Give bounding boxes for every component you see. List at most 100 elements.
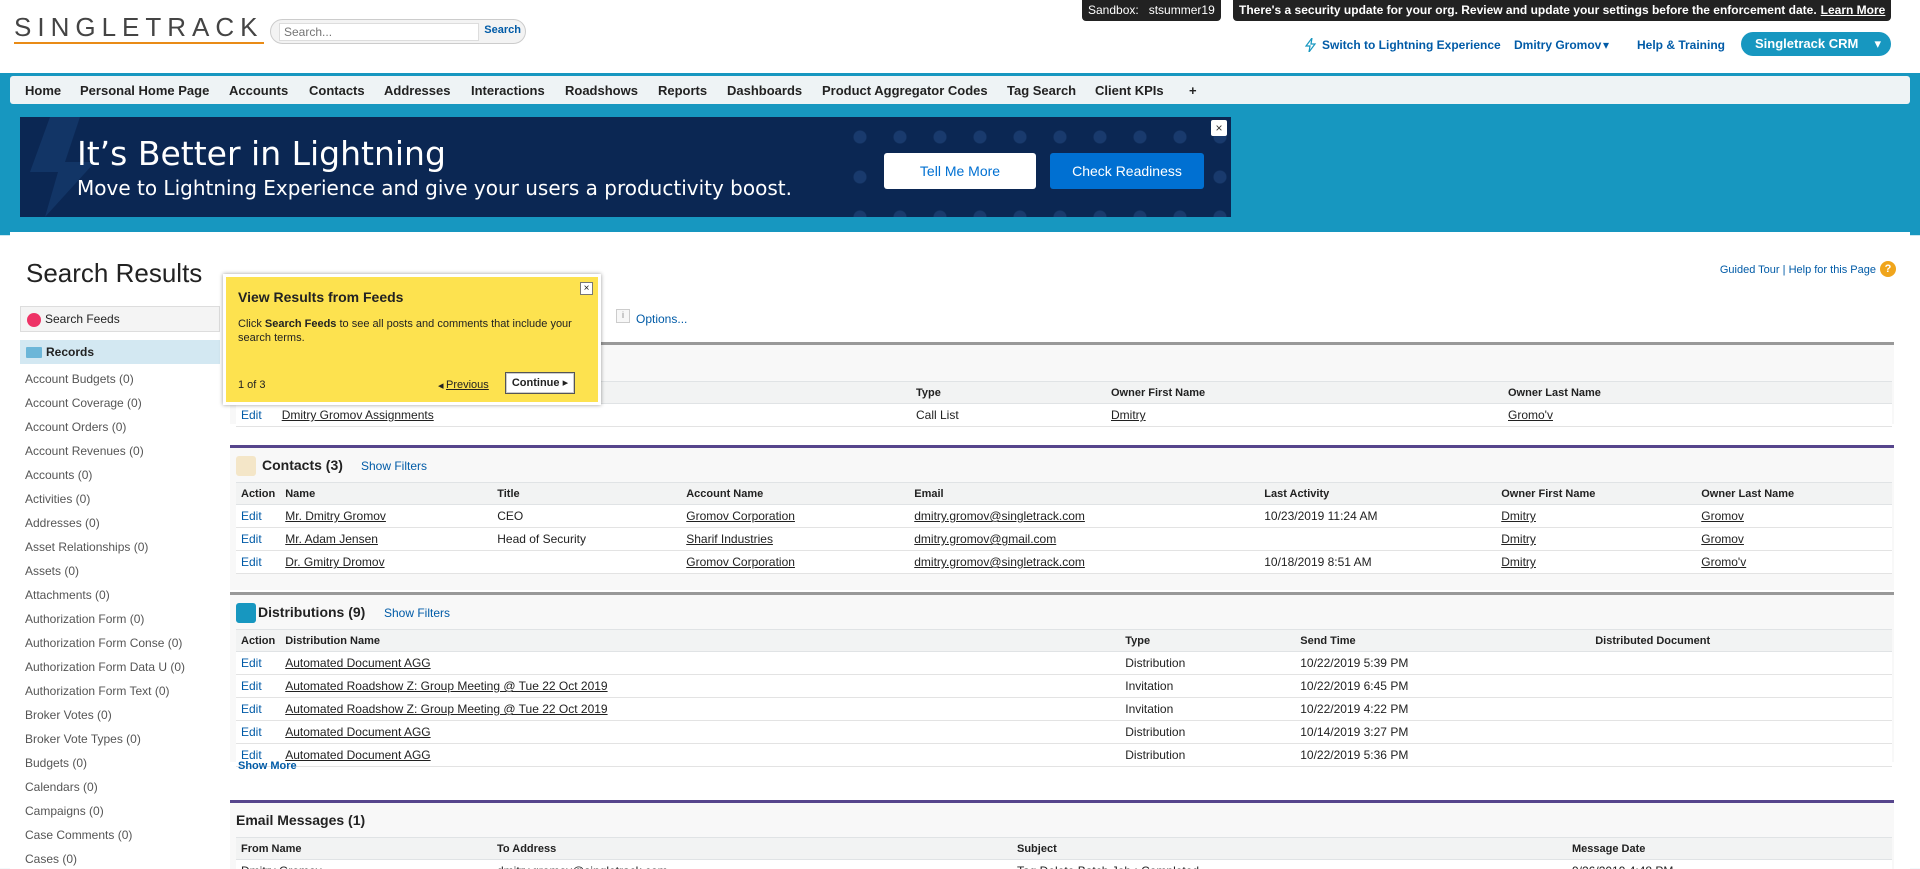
edit-link[interactable]: Edit <box>241 679 262 693</box>
object-filter-item[interactable]: Account Orders (0) <box>25 420 220 444</box>
edit-link[interactable]: Edit <box>241 702 262 716</box>
guided-tour-link[interactable]: Guided Tour <box>1720 264 1780 276</box>
chevron-down-icon: ▾ <box>1874 36 1881 51</box>
object-filter-item[interactable]: Account Budgets (0) <box>25 372 220 396</box>
edit-link[interactable]: Edit <box>241 656 262 670</box>
tab-roadshows[interactable]: Roadshows <box>565 83 638 98</box>
last-activity-cell: 10/23/2019 11:24 AM <box>1259 504 1497 528</box>
object-filter-item[interactable]: Accounts (0) <box>25 468 220 492</box>
add-tab-plus-icon[interactable]: + <box>1189 83 1197 98</box>
object-filter-item[interactable]: Broker Vote Types (0) <box>25 732 220 756</box>
column-header: Message Date <box>1567 837 1892 860</box>
owner-first-link[interactable]: Dmitry <box>1111 408 1146 422</box>
tab-personal-home-page[interactable]: Personal Home Page <box>80 83 209 98</box>
object-filter-item[interactable]: Activities (0) <box>25 492 220 516</box>
search-feeds-button[interactable]: Search Feeds <box>20 306 220 332</box>
distribution-name-link[interactable]: Automated Roadshow Z: Group Meeting @ Tu… <box>285 679 607 693</box>
object-filter-item[interactable]: Asset Relationships (0) <box>25 540 220 564</box>
owner-first-link[interactable]: Dmitry <box>1501 532 1536 546</box>
tour-close-icon[interactable]: × <box>580 282 593 295</box>
contacts-show-filters[interactable]: Show Filters <box>361 459 427 473</box>
help-training-link[interactable]: Help & Training <box>1637 38 1725 52</box>
email-link[interactable]: dmitry.gromov@singletrack.com <box>914 555 1085 569</box>
records-section[interactable]: Records <box>20 340 220 364</box>
column-header: Type <box>911 381 1106 404</box>
lightning-icon <box>1304 37 1317 55</box>
edit-link[interactable]: Edit <box>241 408 262 422</box>
tab-contacts[interactable]: Contacts <box>309 83 365 98</box>
table-row: Edit Mr. Dmitry Gromov CEO Gromov Corpor… <box>236 504 1892 528</box>
document-cell <box>1590 674 1892 698</box>
object-filter-item[interactable]: Campaigns (0) <box>25 804 220 828</box>
tab-dashboards[interactable]: Dashboards <box>727 83 802 98</box>
check-readiness-button[interactable]: Check Readiness <box>1050 153 1204 189</box>
account-link[interactable]: Gromov Corporation <box>686 555 795 569</box>
edit-link[interactable]: Edit <box>241 725 262 739</box>
tab-interactions[interactable]: Interactions <box>471 83 545 98</box>
object-filter-item[interactable]: Calendars (0) <box>25 780 220 804</box>
owner-last-link[interactable]: Gromo'v <box>1508 408 1553 422</box>
tab-reports[interactable]: Reports <box>658 83 707 98</box>
email-link[interactable]: dmitry.gromov@gmail.com <box>914 532 1056 546</box>
object-filter-item[interactable]: Authorization Form Conse (0) <box>25 636 220 660</box>
tab-client-kpis[interactable]: Client KPIs <box>1095 83 1164 98</box>
tab-addresses[interactable]: Addresses <box>384 83 450 98</box>
object-filter-item[interactable]: Authorization Form (0) <box>25 612 220 636</box>
object-filter-item[interactable]: Addresses (0) <box>25 516 220 540</box>
edit-link[interactable]: Edit <box>241 509 262 523</box>
contact-name-link[interactable]: Dr. Gmitry Dromov <box>285 555 384 569</box>
tab-product-aggregator-codes[interactable]: Product Aggregator Codes <box>822 83 988 98</box>
distribution-name-link[interactable]: Automated Document AGG <box>285 656 430 670</box>
help-icon[interactable]: ? <box>1880 261 1896 277</box>
options-link[interactable]: Options... <box>636 312 687 326</box>
help-for-page-link[interactable]: Help for this Page <box>1789 264 1876 276</box>
switch-lightning-link[interactable]: Switch to Lightning Experience <box>1322 38 1501 52</box>
search-button[interactable]: Search <box>484 24 521 36</box>
record-link[interactable]: Dmitry Gromov Assignments <box>282 408 434 422</box>
object-filter-item[interactable]: Case Comments (0) <box>25 828 220 852</box>
show-more-link[interactable]: Show More <box>238 760 297 772</box>
tell-me-more-button[interactable]: Tell Me More <box>884 153 1036 189</box>
tab-tag-search[interactable]: Tag Search <box>1007 83 1076 98</box>
user-menu[interactable]: Dmitry Gromov <box>1514 38 1601 52</box>
contact-name-link[interactable]: Mr. Adam Jensen <box>285 532 378 546</box>
tour-continue-button[interactable]: Continue ▸ <box>505 372 575 394</box>
object-filter-item[interactable]: Broker Votes (0) <box>25 708 220 732</box>
owner-first-link[interactable]: Dmitry <box>1501 555 1536 569</box>
object-filter-item[interactable]: Account Coverage (0) <box>25 396 220 420</box>
owner-last-link[interactable]: Gromo'v <box>1701 555 1746 569</box>
tour-body: Click Search Feeds to see all posts and … <box>238 317 578 345</box>
banner-close-icon[interactable]: × <box>1211 120 1227 136</box>
edit-link[interactable]: Edit <box>241 532 262 546</box>
info-icon[interactable]: i <box>616 309 630 323</box>
account-link[interactable]: Sharif Industries <box>686 532 773 546</box>
tab-home[interactable]: Home <box>25 83 61 98</box>
owner-last-link[interactable]: Gromov <box>1701 532 1744 546</box>
email-link[interactable]: dmitry.gromov@singletrack.com <box>914 509 1085 523</box>
tour-body-prefix: Click <box>238 318 265 330</box>
owner-last-link[interactable]: Gromov <box>1701 509 1744 523</box>
distribution-name-link[interactable]: Automated Roadshow Z: Group Meeting @ Tu… <box>285 702 607 716</box>
search-input[interactable] <box>279 23 479 41</box>
tab-bar: Home Personal Home Page Accounts Contact… <box>10 76 1910 104</box>
user-menu-chevron-icon[interactable]: ▾ <box>1603 38 1609 52</box>
account-link[interactable]: Gromov Corporation <box>686 509 795 523</box>
tab-accounts[interactable]: Accounts <box>229 83 288 98</box>
singletrack-logo[interactable]: SINGLETRACK <box>14 14 264 44</box>
object-filter-item[interactable]: Cases (0) <box>25 852 220 869</box>
object-filter-item[interactable]: Authorization Form Data U (0) <box>25 660 220 684</box>
distribution-name-link[interactable]: Automated Document AGG <box>285 748 430 762</box>
object-filter-item[interactable]: Authorization Form Text (0) <box>25 684 220 708</box>
object-filter-item[interactable]: Assets (0) <box>25 564 220 588</box>
tour-previous-link[interactable]: Previous <box>446 379 489 391</box>
object-filter-item[interactable]: Attachments (0) <box>25 588 220 612</box>
object-filter-item[interactable]: Account Revenues (0) <box>25 444 220 468</box>
owner-first-link[interactable]: Dmitry <box>1501 509 1536 523</box>
edit-link[interactable]: Edit <box>241 555 262 569</box>
object-filter-item[interactable]: Budgets (0) <box>25 756 220 780</box>
contact-name-link[interactable]: Mr. Dmitry Gromov <box>285 509 386 523</box>
distribution-name-link[interactable]: Automated Document AGG <box>285 725 430 739</box>
learn-more-link[interactable]: Learn More <box>1821 3 1886 17</box>
distributions-show-filters[interactable]: Show Filters <box>384 606 450 620</box>
app-switcher-button[interactable]: Singletrack CRM ▾ <box>1741 32 1891 56</box>
